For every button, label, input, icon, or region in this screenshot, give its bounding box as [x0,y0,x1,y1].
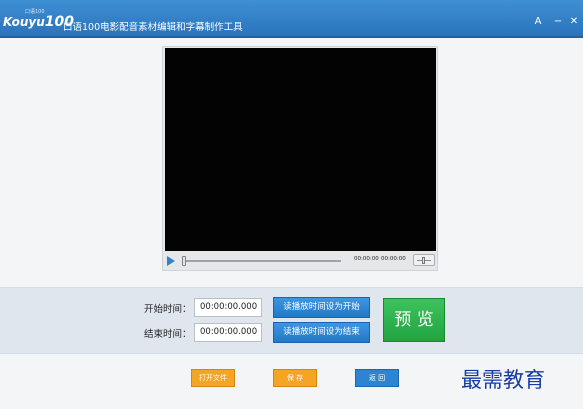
preview-button[interactable]: 预 览 [383,298,445,342]
back-button[interactable]: 返 回 [355,369,399,387]
volume-slider[interactable] [413,254,435,266]
user-icon[interactable]: A [531,15,545,29]
logo-text: Kouyu [3,15,45,29]
play-icon[interactable] [167,256,175,266]
end-time-input[interactable]: 00:00:00.000 [194,323,262,342]
start-time-label: 开始时间： [144,304,192,315]
end-time-label: 结束时间： [144,329,192,340]
total-time: 00:00:00 [381,256,406,262]
close-icon[interactable]: ✕ [567,15,581,29]
open-file-button[interactable]: 打开文件 [191,369,235,387]
video-player: 00:00:00 00:00:00 [162,46,438,271]
title-bar: 口语100 Kouyu100 口语100电影配音素材编辑和字幕制作工具 A − … [0,0,583,38]
logo-superscript: 口语100 [25,9,45,15]
volume-handle[interactable] [422,257,425,264]
watermark: 最需教育 [461,368,545,392]
app-title: 口语100电影配音素材编辑和字幕制作工具 [63,22,243,33]
minimize-icon[interactable]: − [551,15,565,29]
seek-bar[interactable] [183,260,341,262]
start-time-input[interactable]: 00:00:00.000 [194,298,262,317]
set-end-button[interactable]: 读播放时间设为结束 [273,322,370,343]
current-time: 00:00:00 [354,256,379,262]
set-start-button[interactable]: 读播放时间设为开始 [273,297,370,318]
save-button[interactable]: 保 存 [273,369,317,387]
seek-handle[interactable] [182,256,186,266]
video-screen[interactable] [165,48,436,251]
